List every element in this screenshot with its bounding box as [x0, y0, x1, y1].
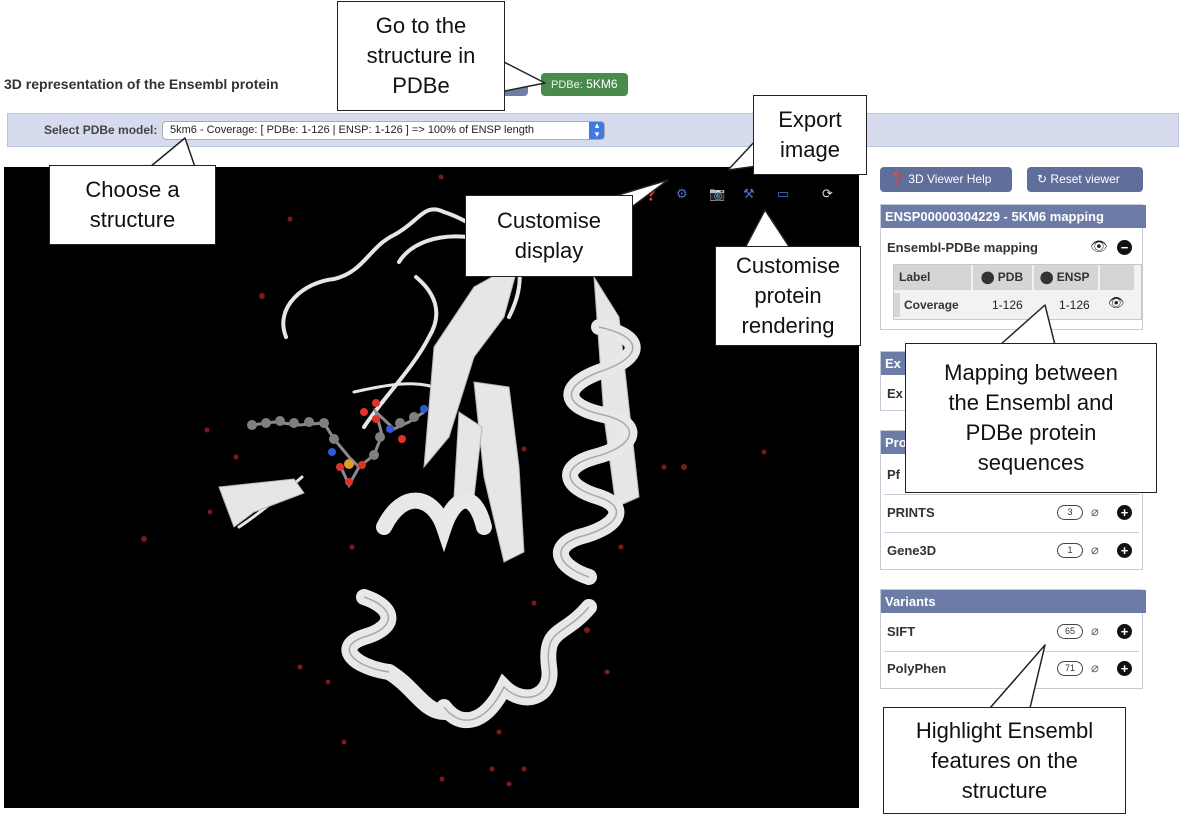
pdbe-badge-prefix: PDBe: [551, 79, 583, 91]
coverage-pdb-range: 1-126 [992, 298, 1023, 312]
add-plus-icon[interactable]: + [1117, 624, 1132, 639]
add-plus-icon[interactable]: + [1117, 543, 1132, 558]
table-header-label: Label [894, 265, 971, 290]
settings-gear-icon[interactable]: ⚙ [676, 187, 688, 201]
mapping-panel-header: ENSP00000304229 - 5KM6 mapping [881, 205, 1146, 228]
fullscreen-icon[interactable]: ▭ [777, 187, 789, 201]
callout-go-to-structure: Go to the structure in PDBe [337, 1, 505, 111]
water-molecules [141, 174, 767, 787]
callout-customise-rendering: Customise protein rendering [715, 246, 861, 346]
add-plus-icon[interactable]: + [1117, 505, 1132, 520]
camera-icon[interactable]: 📷 [709, 187, 725, 201]
map-pin-icon: ⬤ [1040, 270, 1054, 284]
model-select-label: Select PDBe model: [44, 123, 158, 137]
tools-icon[interactable]: ⚒ [743, 187, 755, 201]
reset-viewer-label: Reset viewer [1050, 172, 1120, 186]
mapping-section-label: Ensembl-PDBe mapping [887, 240, 1038, 255]
row-color-swatch [894, 293, 900, 317]
gene3d-row-label: Gene3D [887, 543, 937, 558]
callout-customise-display: Customise display [465, 195, 633, 277]
refresh-icon: ↻ [1037, 172, 1048, 186]
table-header-ensp-label: ENSP [1056, 270, 1090, 284]
callout-export-image: Export image [753, 95, 867, 175]
help-icon[interactable]: ❓ [643, 187, 659, 201]
table-header-pdb: ⬤ PDB [973, 265, 1032, 290]
reset-viewer-button[interactable]: ↻ Reset viewer [1027, 167, 1143, 192]
sift-row-label: SIFT [887, 624, 916, 639]
sift-count-badge: 65 [1057, 624, 1083, 639]
exons-row-label: Ex [887, 386, 903, 401]
callout-highlight-features: Highlight Ensembl features on the struct… [883, 707, 1126, 814]
eye-slash-icon[interactable]: ⌀ [1091, 623, 1099, 638]
eye-icon[interactable]: 👁 [1090, 238, 1108, 255]
callout-mapping: Mapping between the Ensembl and PDBe pro… [905, 343, 1157, 493]
map-pin-icon: ⬤ [981, 270, 995, 284]
variants-header: Variants [881, 590, 1146, 613]
add-plus-icon[interactable]: + [1117, 661, 1132, 676]
eye-slash-icon[interactable]: ⌀ [1091, 504, 1099, 519]
eye-icon[interactable]: 👁 [1108, 295, 1125, 311]
pdbe-structure-link[interactable]: PDBe: 5KM6 [541, 73, 628, 96]
gene3d-count-badge: 1 [1057, 543, 1083, 558]
polyphen-row-label: PolyPhen [887, 661, 947, 676]
select-arrows-icon: ▴ ▾ [589, 122, 604, 139]
viewer-help-button[interactable]: ❓ 3D Viewer Help [880, 167, 1012, 192]
rotate-icon[interactable]: ⟳ [822, 187, 833, 201]
model-select-value: 5km6 - Coverage: [ PDBe: 1-126 | ENSP: 1… [170, 124, 535, 136]
prints-count-badge: 3 [1057, 505, 1083, 520]
pdbe-model-select[interactable]: 5km6 - Coverage: [ PDBe: 1-126 | ENSP: 1… [162, 121, 605, 140]
prints-row-label: PRINTS [887, 505, 935, 520]
ligand-molecule [247, 399, 428, 489]
divider [884, 532, 1139, 533]
table-header-empty [1100, 265, 1134, 290]
divider [884, 651, 1139, 652]
callout-choose-structure: Choose a structure [49, 165, 216, 245]
pdbe-badge-id: 5KM6 [586, 77, 618, 91]
polyphen-count-badge: 71 [1057, 661, 1083, 676]
eye-slash-icon[interactable]: ⌀ [1091, 660, 1099, 675]
eye-slash-icon[interactable]: ⌀ [1091, 542, 1099, 557]
table-header-pdb-label: PDB [997, 270, 1024, 284]
pfam-row-label: Pf [887, 467, 900, 482]
divider [884, 494, 1139, 495]
question-circle-icon: ❓ [890, 172, 905, 186]
viewer-help-label: 3D Viewer Help [908, 172, 992, 186]
collapse-minus-icon[interactable]: − [1117, 240, 1132, 255]
page-title: 3D representation of the Ensembl protein [4, 76, 279, 92]
table-header-ensp: ⬤ ENSP [1034, 265, 1098, 290]
coverage-ensp-range: 1-126 [1059, 298, 1090, 312]
coverage-row-label: Coverage [904, 298, 959, 312]
